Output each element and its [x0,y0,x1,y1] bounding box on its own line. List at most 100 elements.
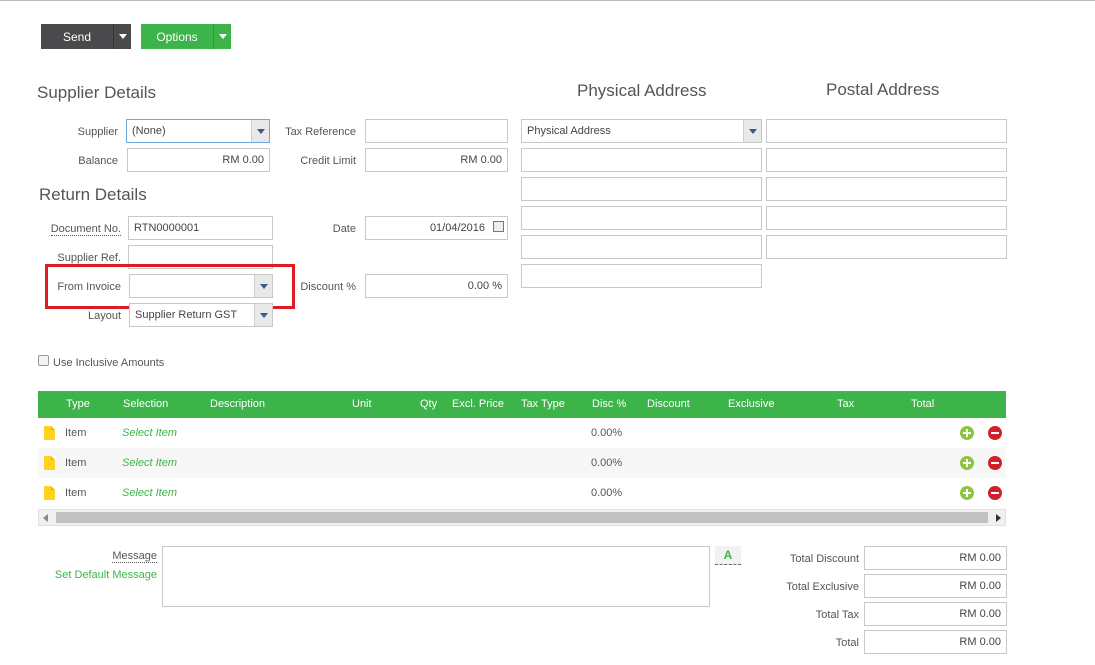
document-no-input[interactable]: RTN0000001 [128,216,273,240]
options-button[interactable]: Options [141,24,231,49]
physical-address-line-2[interactable] [521,177,762,201]
total-label: Total [835,637,859,649]
layout-label: Layout [87,310,121,322]
select-item-link[interactable]: Select Item [122,418,177,448]
layout-value: Supplier Return GST [135,309,238,321]
date-label: Date [332,223,356,235]
row-type: Item [65,457,87,469]
column-excl-price: Excl. Price [452,398,504,410]
column-tax: Tax [837,398,855,410]
balance-value: RM 0.00 [222,154,264,166]
column-tax-type: Tax Type [521,398,565,410]
supplier-label: Supplier [77,126,118,138]
total-exclusive-value: RM 0.00 [959,580,1001,592]
credit-limit-label: Credit Limit [300,155,356,167]
table-row[interactable]: Item Select Item 0.00% [38,418,1006,448]
postal-address-heading: Postal Address [826,80,940,99]
total-field: RM 0.00 [864,630,1007,654]
postal-address-line-3[interactable] [766,177,1007,201]
physical-address-select[interactable]: Physical Address [521,119,762,143]
discount-input[interactable]: 0.00 % [365,274,508,298]
physical-address-line-4[interactable] [521,235,762,259]
physical-address-select-value: Physical Address [527,125,611,137]
supplier-ref-label: Supplier Ref. [57,252,121,264]
physical-address-heading: Physical Address [577,81,707,100]
send-button-label: Send [62,29,92,44]
total-discount-field: RM 0.00 [864,546,1007,570]
total-tax-value: RM 0.00 [959,608,1001,620]
document-icon [44,426,55,440]
physical-address-line-3[interactable] [521,206,762,230]
return-details-heading: Return Details [39,185,147,204]
remove-row-icon[interactable] [988,426,1002,440]
postal-address-line-5[interactable] [766,235,1007,259]
supplier-details-heading: Supplier Details [37,83,157,102]
document-no-label: Document No. [50,223,121,236]
table-row[interactable]: Item Select Item 0.00% [38,478,1006,508]
use-inclusive-amounts-label: Use Inclusive Amounts [53,357,165,369]
total-exclusive-field: RM 0.00 [864,574,1007,598]
column-exclusive: Exclusive [728,398,775,410]
date-value: 01/04/2016 [429,222,485,234]
options-button-label: Options [156,29,198,44]
balance-field: RM 0.00 [127,148,270,172]
add-row-icon[interactable] [960,486,974,500]
select-item-link[interactable]: Select Item [122,478,177,508]
total-tax-label: Total Tax [815,609,859,621]
scrollbar-thumb[interactable] [56,512,988,523]
select-item-link[interactable]: Select Item [122,448,177,478]
balance-label: Balance [78,155,118,167]
use-inclusive-amounts-checkbox[interactable] [38,355,49,366]
column-unit: Unit [352,398,372,410]
postal-address-line-1[interactable] [766,119,1007,143]
text-format-icon[interactable]: A [715,546,741,565]
total-discount-label: Total Discount [789,553,859,565]
column-discount: Discount [647,398,690,410]
column-type: Type [66,398,90,410]
add-row-icon[interactable] [960,426,974,440]
message-label: Message [112,550,157,563]
scroll-right-arrow-icon[interactable] [996,514,1001,522]
supplier-select[interactable]: (None) [126,119,270,143]
scroll-left-arrow-icon[interactable] [43,514,48,522]
layout-chevron-down-icon[interactable] [254,304,272,326]
tax-reference-label: Tax Reference [285,126,356,138]
message-textarea[interactable] [162,546,710,607]
physical-address-line-1[interactable] [521,148,762,172]
column-total: Total [911,398,935,410]
calendar-icon[interactable] [493,221,504,232]
credit-limit-value: RM 0.00 [460,154,502,166]
send-dropdown-chevron-icon[interactable] [113,24,131,49]
postal-address-line-2[interactable] [766,148,1007,172]
column-qty: Qty [420,398,438,410]
total-discount-value: RM 0.00 [959,552,1001,564]
column-description: Description [210,398,266,410]
postal-address-line-4[interactable] [766,206,1007,230]
physical-address-line-5[interactable] [521,264,762,288]
date-input[interactable]: 01/04/2016 [365,216,508,240]
physical-address-chevron-down-icon[interactable] [743,120,761,142]
row-type: Item [65,427,87,439]
discount-value: 0.00 % [467,280,502,292]
layout-select[interactable]: Supplier Return GST [129,303,273,327]
row-disc: 0.00% [591,457,623,469]
credit-limit-field: RM 0.00 [365,148,508,172]
supplier-chevron-down-icon[interactable] [251,120,269,142]
add-row-icon[interactable] [960,456,974,470]
total-tax-field: RM 0.00 [864,602,1007,626]
remove-row-icon[interactable] [988,456,1002,470]
supplier-select-value: (None) [132,125,166,137]
grid-horizontal-scrollbar[interactable] [38,509,1006,526]
document-icon [44,456,55,470]
document-no-value: RTN0000001 [134,222,200,234]
send-button[interactable]: Send [41,24,131,49]
total-exclusive-label: Total Exclusive [786,581,859,593]
line-items-header: Type Selection Description Unit Qty Excl… [38,391,1006,418]
column-disc-percent: Disc % [592,398,627,410]
tax-reference-input[interactable] [365,119,508,143]
top-divider [0,0,1095,1]
remove-row-icon[interactable] [988,486,1002,500]
table-row[interactable]: Item Select Item 0.00% [38,448,1006,478]
options-dropdown-chevron-icon[interactable] [213,24,231,49]
set-default-message-link[interactable]: Set Default Message [40,569,157,581]
